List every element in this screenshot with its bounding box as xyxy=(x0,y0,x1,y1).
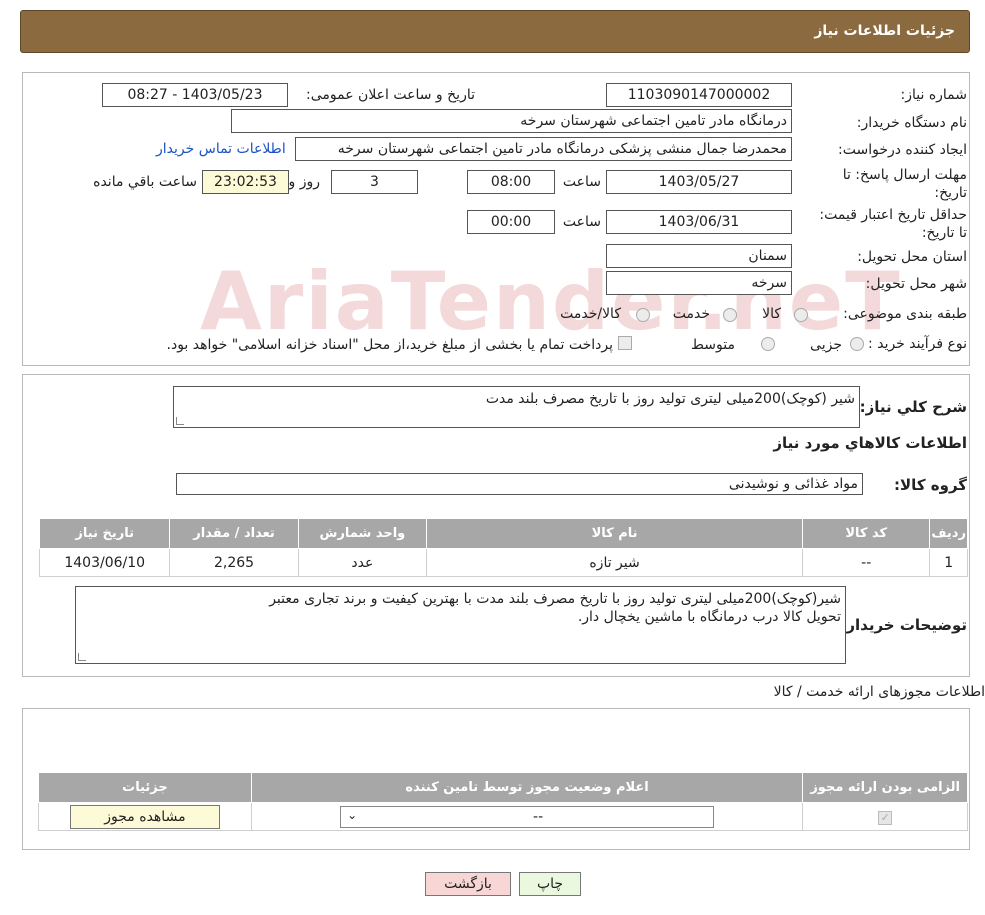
cell-date: 1403/06/10 xyxy=(38,548,171,577)
category-goods-label: کالا xyxy=(762,306,781,322)
col-qty: تعداد / مقدار xyxy=(169,518,299,549)
deadline-label: مهلت ارسال پاسخ: تا تاریخ: xyxy=(842,167,967,201)
buyer-notes-textarea[interactable]: شیر(کوچک)200میلی لیتری تولید روز با تاری… xyxy=(75,586,846,664)
items-table-header: رديف کد کالا نام کالا واحد شمارش تعداد /… xyxy=(38,518,968,549)
requester-label: ایجاد کننده درخواست: xyxy=(838,142,967,158)
cell-code: -- xyxy=(802,548,931,577)
deadline-date-field: 1403/05/27 xyxy=(606,170,792,194)
cell-permit-status: -- ⌄ xyxy=(250,802,804,831)
view-permit-button[interactable]: مشاهده مجوز xyxy=(69,804,220,829)
validity-label: حداقل تاریخ اعتبار قیمت: تا تاریخ: xyxy=(819,207,967,241)
goods-title: اطلاعات کالاهاي مورد نياز xyxy=(773,434,967,452)
print-button[interactable]: چاپ xyxy=(519,872,581,896)
buyer-contact-link[interactable]: اطلاعات تماس خریدار xyxy=(156,141,286,157)
cell-qty: 2,265 xyxy=(169,548,299,577)
col-code: کد کالا xyxy=(802,518,931,549)
treasury-checkbox[interactable] xyxy=(618,336,632,350)
announce-field: 1403/05/23 - 08:27 xyxy=(102,83,288,107)
group-field: مواد غذائی و نوشیدنی xyxy=(176,473,863,495)
group-label: گروه کالا: xyxy=(894,476,967,494)
permit-status-value: -- xyxy=(533,808,544,825)
buyer-notes-line-1: شیر(کوچک)200میلی لیتری تولید روز با تاری… xyxy=(269,591,841,607)
category-goods-radio[interactable] xyxy=(794,308,808,322)
category-service-label: خدمت xyxy=(672,306,710,322)
buyer-notes-label: توضيحات خريدار: xyxy=(840,616,967,634)
watermark: AriaTender.neT xyxy=(200,255,902,348)
remaining-label: ساعت باقي مانده xyxy=(93,174,197,190)
buyer-notes-line-2: تحویل کالا درب درمانگاه با ماشین یخچال د… xyxy=(577,609,841,625)
col-date: تاريخ نياز xyxy=(38,518,171,549)
summary-textarea[interactable]: شیر (کوچک)200میلی لیتری تولید روز با تار… xyxy=(173,386,860,428)
remaining-time-field: 23:02:53 xyxy=(202,170,289,194)
col-permit-status: اعلام وضعیت مجوز توسط تامین کننده xyxy=(250,772,804,803)
permits-table-header: الزامی بودن ارائه مجوز اعلام وضعیت مجوز … xyxy=(38,772,968,803)
days-label: روز و xyxy=(288,174,321,190)
city-label: شهر محل تحویل: xyxy=(865,276,967,292)
buyer-org-label: نام دستگاه خریدار: xyxy=(856,115,967,131)
buyer-org-field: درمانگاه مادر تامین اجتماعی شهرستان سرخه xyxy=(231,109,792,133)
col-unit: واحد شمارش xyxy=(297,518,428,549)
category-service-radio[interactable] xyxy=(723,308,737,322)
city-field: سرخه xyxy=(606,271,792,295)
province-label: استان محل تحویل: xyxy=(857,249,967,265)
permits-table: الزامی بودن ارائه مجوز اعلام وضعیت مجوز … xyxy=(38,772,968,831)
category-goods-service-label: کالا/خدمت xyxy=(560,306,621,322)
category-label: طبقه بندی موضوعی: xyxy=(843,306,967,322)
announce-label: تاریخ و ساعت اعلان عمومی: xyxy=(306,87,475,103)
back-button[interactable]: بازگشت xyxy=(425,872,511,896)
treasury-note: پرداخت تمام یا بخشی از مبلغ خرید،از محل … xyxy=(166,337,613,353)
resize-handle-icon[interactable] xyxy=(78,653,86,661)
purchase-medium-radio[interactable] xyxy=(761,337,775,351)
col-name: نام کالا xyxy=(426,518,804,549)
resize-handle-icon[interactable] xyxy=(176,417,184,425)
required-checkbox: ✓ xyxy=(878,810,893,825)
need-number-field: 1103090147000002 xyxy=(606,83,792,107)
purchase-medium-label: متوسط xyxy=(691,337,735,353)
category-goods-service-radio[interactable] xyxy=(636,308,650,322)
table-row: 1 -- شیر تازه عدد 2,265 1403/06/10 xyxy=(38,548,968,577)
purchase-type-label: نوع فرآیند خرید : xyxy=(868,336,967,352)
validity-time-field: 00:00 xyxy=(467,210,555,234)
deadline-time-field: 08:00 xyxy=(467,170,555,194)
purchase-minor-radio[interactable] xyxy=(850,337,864,351)
requester-field: محمدرضا جمال منشی پزشکی درمانگاه مادر تا… xyxy=(295,137,792,161)
cell-unit: عدد xyxy=(297,548,428,577)
need-number-label: شماره نیاز: xyxy=(900,87,968,103)
deadline-time-label: ساعت xyxy=(562,174,601,190)
col-permit-details: جزئیات xyxy=(38,772,252,803)
permits-title: اطلاعات مجوزهای ارائه خدمت / کالا xyxy=(773,684,985,700)
page-header: جزئیات اطلاعات نیاز xyxy=(20,10,970,53)
cell-row: 1 xyxy=(929,548,968,577)
summary-label: شرح کلي نياز: xyxy=(859,398,967,416)
province-field: سمنان xyxy=(606,244,792,268)
cell-name: شیر تازه xyxy=(426,548,804,577)
col-row: رديف xyxy=(929,518,968,549)
summary-text: شیر (کوچک)200میلی لیتری تولید روز با تار… xyxy=(485,391,855,407)
table-row: ✓ -- ⌄ مشاهده مجوز xyxy=(38,802,968,831)
col-permit-required: الزامی بودن ارائه مجوز xyxy=(802,772,968,803)
validity-time-label: ساعت xyxy=(562,214,601,230)
validity-date-field: 1403/06/31 xyxy=(606,210,792,234)
cell-permit-required: ✓ xyxy=(802,802,968,831)
days-field: 3 xyxy=(331,170,418,194)
permit-status-select[interactable]: -- ⌄ xyxy=(340,805,715,828)
page-title: جزئیات اطلاعات نیاز xyxy=(814,23,955,39)
items-table: رديف کد کالا نام کالا واحد شمارش تعداد /… xyxy=(38,518,968,577)
purchase-minor-label: جزیی xyxy=(810,337,842,353)
chevron-down-icon: ⌄ xyxy=(347,807,358,822)
cell-permit-details: مشاهده مجوز xyxy=(38,802,252,831)
